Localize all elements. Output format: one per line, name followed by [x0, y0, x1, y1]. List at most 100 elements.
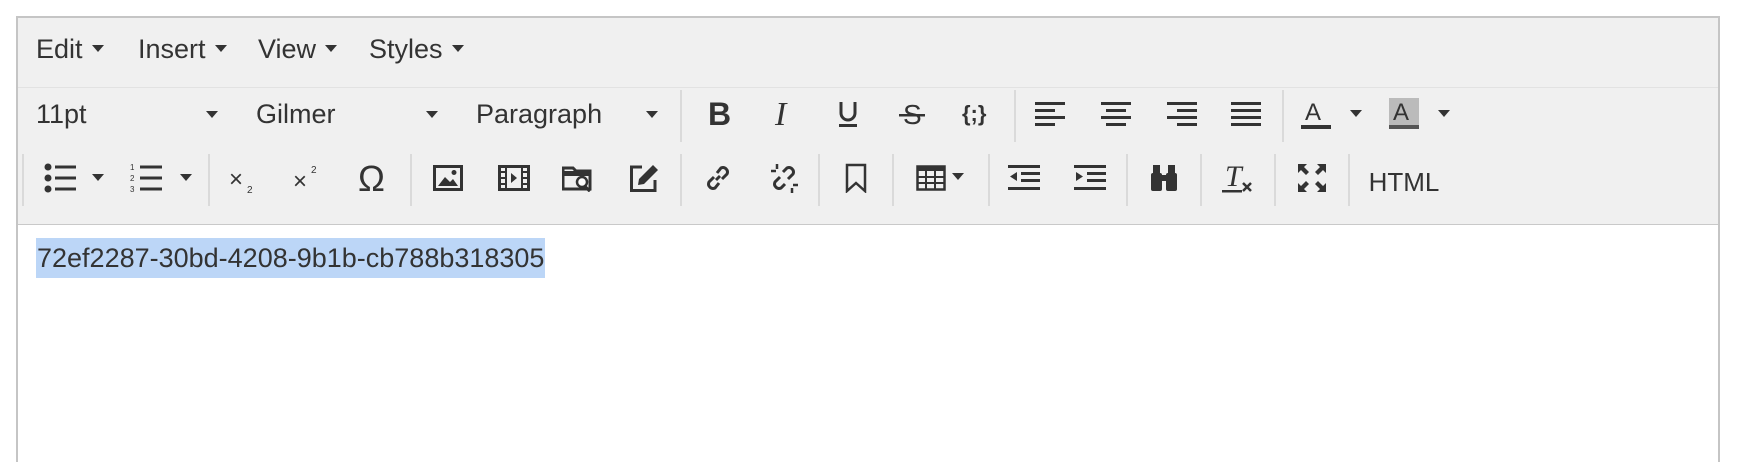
table-icon: [916, 165, 946, 191]
outdent-button[interactable]: [1000, 154, 1048, 202]
indent-icon: [1074, 165, 1106, 190]
svg-text:A: A: [1393, 99, 1409, 126]
file-browser-button[interactable]: [554, 154, 602, 202]
edit-button[interactable]: [620, 154, 668, 202]
align-left-button[interactable]: [1026, 90, 1074, 138]
find-replace-button[interactable]: [1140, 154, 1188, 202]
numbered-list-dropdown[interactable]: [178, 154, 194, 202]
toolbar-divider: [1282, 90, 1284, 142]
toolbar-divider: [1014, 90, 1016, 142]
align-justify-icon: [1231, 102, 1261, 126]
text-color-dropdown[interactable]: [1348, 90, 1364, 138]
underline-icon: [839, 102, 857, 127]
insert-link-button[interactable]: [694, 154, 742, 202]
italic-button[interactable]: I: [760, 90, 808, 138]
menu-insert[interactable]: Insert: [138, 32, 227, 66]
unlink-button[interactable]: [760, 154, 808, 202]
menu-styles[interactable]: Styles: [369, 32, 464, 66]
code-icon: {;}: [962, 101, 987, 126]
toolbar-divider: [1274, 154, 1276, 206]
toolbar: 11pt Gilmer Paragraph B I S {;}: [18, 88, 1718, 226]
font-family-select[interactable]: Gilmer: [256, 94, 438, 134]
numbered-list-icon: 1 2 3: [130, 163, 162, 194]
menu-edit[interactable]: Edit: [36, 32, 104, 66]
chevron-down-icon: [1350, 110, 1362, 117]
align-justify-button[interactable]: [1222, 90, 1270, 138]
svg-text:3: 3: [130, 185, 135, 194]
svg-text:{;}: {;}: [962, 101, 987, 126]
align-right-icon: [1167, 102, 1197, 126]
svg-text:2: 2: [247, 185, 253, 195]
chevron-down-icon: [214, 45, 227, 53]
special-character-button[interactable]: Ω: [350, 154, 398, 202]
omega-icon: Ω: [358, 161, 385, 195]
code-button[interactable]: {;}: [954, 90, 1002, 138]
unlink-icon: [771, 164, 798, 193]
clear-formatting-button[interactable]: T: [1214, 154, 1262, 202]
svg-text:2: 2: [311, 165, 317, 176]
align-center-button[interactable]: [1092, 90, 1140, 138]
superscript-button[interactable]: × 2: [284, 154, 332, 202]
block-format-value: Paragraph: [476, 99, 603, 129]
toolbar-divider: [1126, 154, 1128, 206]
find-replace-icon: [1151, 165, 1177, 191]
chevron-down-icon: [206, 111, 218, 118]
toolbar-divider: [22, 154, 24, 206]
file-browser-icon: [562, 166, 592, 192]
strikethrough-button[interactable]: S: [888, 90, 936, 138]
editor-content[interactable]: 72ef2287-30bd-4208-9b1b-cb788b318305: [18, 225, 1718, 462]
html-source-button[interactable]: HTML: [1364, 158, 1444, 206]
bold-button[interactable]: B: [694, 90, 742, 138]
html-source-label: HTML: [1368, 166, 1440, 197]
align-right-button[interactable]: [1158, 90, 1206, 138]
outdent-icon: [1008, 165, 1040, 190]
underline-button[interactable]: [824, 90, 872, 138]
bookmark-button[interactable]: [832, 154, 880, 202]
bookmark-icon: [845, 163, 867, 193]
fullscreen-button[interactable]: [1288, 154, 1336, 202]
background-color-button[interactable]: A: [1380, 90, 1428, 138]
align-left-icon: [1035, 102, 1065, 126]
svg-text:1: 1: [130, 163, 135, 172]
svg-text:Ω: Ω: [358, 161, 385, 195]
menu-edit-label: Edit: [36, 34, 83, 64]
toolbar-divider: [1348, 154, 1350, 206]
numbered-list-button[interactable]: 1 2 3: [122, 154, 170, 202]
table-button[interactable]: [908, 154, 972, 202]
background-color-icon: A: [1389, 98, 1419, 129]
chevron-down-icon: [91, 45, 104, 53]
svg-text:T: T: [1225, 162, 1244, 193]
menu-insert-label: Insert: [138, 34, 206, 64]
fullscreen-icon: [1298, 164, 1326, 192]
toolbar-divider: [988, 154, 990, 206]
font-size-select[interactable]: 11pt: [36, 94, 218, 134]
subscript-button[interactable]: × 2: [220, 156, 268, 204]
svg-text:B: B: [708, 99, 731, 129]
menu-view[interactable]: View: [258, 32, 338, 66]
indent-button[interactable]: [1066, 154, 1114, 202]
insert-image-button[interactable]: [424, 154, 472, 202]
menu-view-label: View: [258, 34, 317, 64]
toolbar-divider: [680, 154, 682, 206]
edit-icon: [630, 165, 658, 192]
link-icon: [707, 166, 729, 190]
selected-text[interactable]: 72ef2287-30bd-4208-9b1b-cb788b318305: [36, 238, 546, 278]
toolbar-divider: [818, 154, 820, 206]
bullet-list-dropdown[interactable]: [90, 154, 106, 202]
text-color-button[interactable]: A: [1292, 90, 1340, 138]
toolbar-divider: [410, 154, 412, 206]
superscript-icon: × 2: [293, 165, 317, 193]
background-color-dropdown[interactable]: [1436, 90, 1452, 138]
svg-text:2: 2: [130, 174, 135, 183]
toolbar-divider: [680, 90, 682, 142]
italic-icon: I: [774, 99, 788, 129]
block-format-select[interactable]: Paragraph: [476, 94, 658, 134]
subscript-icon: × 2: [229, 166, 253, 195]
bullet-list-icon: [44, 163, 76, 193]
chevron-down-icon: [952, 172, 964, 180]
align-center-icon: [1101, 102, 1131, 126]
bullet-list-button[interactable]: [36, 154, 84, 202]
text-color-icon: A: [1301, 99, 1331, 129]
strikethrough-icon: S: [899, 99, 925, 129]
insert-media-button[interactable]: [490, 154, 538, 202]
